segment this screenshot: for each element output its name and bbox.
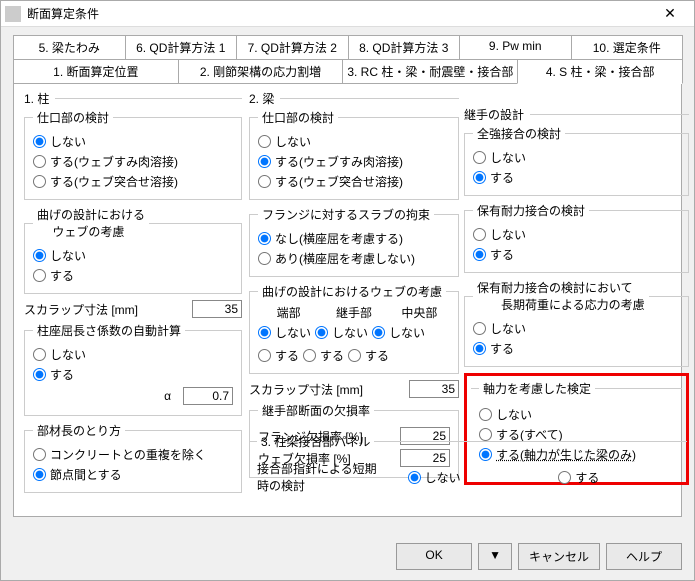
alpha-label: α xyxy=(164,389,171,403)
hoyu-o1[interactable]: しない xyxy=(473,226,680,243)
axial-o1[interactable]: しない xyxy=(479,406,674,423)
long-o1[interactable]: しない xyxy=(473,320,680,337)
help-button[interactable]: ヘルプ xyxy=(606,543,682,570)
col1-shiguchi-title: 仕口部の検討 xyxy=(33,109,113,126)
col2-shiguchi-title: 仕口部の検討 xyxy=(258,109,338,126)
mage-c1[interactable]: しない xyxy=(372,324,425,341)
full-strength: 全強接合の検討 しない する xyxy=(464,125,689,196)
tab-8[interactable]: 8. QD計算方法 3 xyxy=(348,35,461,59)
tab-5[interactable]: 5. 梁たわみ xyxy=(13,35,126,59)
col2-shiguchi-o1[interactable]: しない xyxy=(258,133,450,150)
long-term: 保有耐力接合の検討において 長期荷重による応力の考慮 しない する xyxy=(464,279,689,367)
col2-shiguchi-o3[interactable]: する(ウェブ突合せ溶接) xyxy=(258,173,450,190)
col1-mage-o2[interactable]: する xyxy=(33,267,233,284)
mage-e2[interactable]: する xyxy=(258,347,299,364)
col1-member-title: 部材長のとり方 xyxy=(33,422,125,439)
col1-mage-title: 曲げの設計における ウェブの考慮 xyxy=(33,206,149,240)
col2-title: 2. 梁 xyxy=(249,90,274,107)
col2-scallop-input[interactable] xyxy=(409,380,459,398)
full-o1[interactable]: しない xyxy=(473,149,680,166)
window-title: 断面算定条件 xyxy=(27,5,650,22)
tab-1[interactable]: 1. 断面算定位置 xyxy=(13,59,179,84)
col1-buckle-title: 柱座屈長さ係数の自動計算 xyxy=(33,322,185,339)
hoyu-o2[interactable]: する xyxy=(473,246,680,263)
col2-flange: フランジに対するスラブの拘束 なし(横座屈を考慮する) あり(横座屈を考慮しない… xyxy=(249,206,459,277)
col2-scallop-label: スカラップ寸法 [mm] xyxy=(249,381,409,398)
dropdown-button[interactable]: ▼ xyxy=(478,543,512,570)
ok-button[interactable]: OK xyxy=(396,543,472,570)
mage-e1[interactable]: しない xyxy=(258,324,311,341)
col1-title: 1. 柱 xyxy=(24,90,49,107)
tab-4[interactable]: 4. S 柱・梁・接合部 xyxy=(517,59,683,84)
col1-member-o2[interactable]: 節点間とする xyxy=(33,466,233,483)
close-icon[interactable]: ✕ xyxy=(650,5,690,22)
col2-flange-title: フランジに対するスラブの拘束 xyxy=(258,206,434,223)
col1-buckle-o2[interactable]: する xyxy=(33,366,233,383)
col2-mage-title: 曲げの設計におけるウェブの考慮 xyxy=(258,283,446,300)
panel3-o1[interactable]: しない xyxy=(408,469,529,486)
col1-member: 部材長のとり方 コンクリートとの重複を除く 節点間とする xyxy=(24,422,242,493)
col2-flange-o2[interactable]: あり(横座屈を考慮しない) xyxy=(258,250,450,267)
panel3: 3. 柱梁接合部パネル 接合部指針による短期時の検討 しない する xyxy=(249,433,687,504)
mage-h1: 端部 xyxy=(258,304,319,321)
full-o2[interactable]: する xyxy=(473,169,680,186)
panel3-label: 接合部指針による短期時の検討 xyxy=(257,460,378,494)
col1-shiguchi-o1[interactable]: しない xyxy=(33,133,233,150)
col1-scallop-input[interactable] xyxy=(192,300,242,318)
col1-member-o1[interactable]: コンクリートとの重複を除く xyxy=(33,446,233,463)
tab-9[interactable]: 9. Pw min xyxy=(459,35,572,59)
col1-shiguchi-o3[interactable]: する(ウェブ突合せ溶接) xyxy=(33,173,233,190)
hoyu-title: 保有耐力接合の検討 xyxy=(473,202,589,219)
mage-h2: 継手部 xyxy=(323,304,384,321)
col1-mage-o1[interactable]: しない xyxy=(33,247,233,264)
col2-flange-o1[interactable]: なし(横座屈を考慮する) xyxy=(258,230,450,247)
col2-shiguchi-o2[interactable]: する(ウェブすみ肉溶接) xyxy=(258,153,450,170)
mage-h3: 中央部 xyxy=(389,304,450,321)
tab-7[interactable]: 7. QD計算方法 2 xyxy=(236,35,349,59)
alpha-input[interactable] xyxy=(183,387,233,405)
mage-j2[interactable]: する xyxy=(303,347,344,364)
col2-shiguchi: 仕口部の検討 しない する(ウェブすみ肉溶接) する(ウェブ突合せ溶接) xyxy=(249,109,459,200)
tab-6[interactable]: 6. QD計算方法 1 xyxy=(125,35,238,59)
tab-strip: 5. 梁たわみ 6. QD計算方法 1 7. QD計算方法 2 8. QD計算方… xyxy=(13,35,682,84)
panel3-o2[interactable]: する xyxy=(558,469,679,486)
mage-j1[interactable]: しない xyxy=(315,324,368,341)
hoyu: 保有耐力接合の検討 しない する xyxy=(464,202,689,273)
cancel-button[interactable]: キャンセル xyxy=(518,543,600,570)
long-title: 保有耐力接合の検討において 長期荷重による応力の考慮 xyxy=(473,279,649,313)
titlebar: 断面算定条件 ✕ xyxy=(1,1,694,27)
col2-loss-title: 継手部断面の欠損率 xyxy=(258,402,374,419)
tab-2[interactable]: 2. 剛節架構の応力割増 xyxy=(178,59,344,84)
mage-c2[interactable]: する xyxy=(348,347,389,364)
col1-shiguchi-o2[interactable]: する(ウェブすみ肉溶接) xyxy=(33,153,233,170)
col1-scallop-label: スカラップ寸法 [mm] xyxy=(24,301,192,318)
joint-title: 継手の設計 xyxy=(464,106,524,123)
col1-shiguchi: 仕口部の検討 しない する(ウェブすみ肉溶接) する(ウェブ突合せ溶接) xyxy=(24,109,242,200)
axial-title: 軸力を考慮した検定 xyxy=(479,380,595,397)
panel3-title: 3. 柱梁接合部パネル xyxy=(257,433,374,450)
full-title: 全強接合の検討 xyxy=(473,125,565,142)
col1-mage: 曲げの設計における ウェブの考慮 しない する xyxy=(24,206,242,294)
tab-3[interactable]: 3. RC 柱・梁・耐震壁・接合部 xyxy=(342,59,518,84)
app-icon xyxy=(5,6,21,22)
long-o2[interactable]: する xyxy=(473,340,680,357)
col1-buckle-o1[interactable]: しない xyxy=(33,346,233,363)
col2-mage: 曲げの設計におけるウェブの考慮 端部 継手部 中央部 しない しない しない す… xyxy=(249,283,459,374)
tab-10[interactable]: 10. 選定条件 xyxy=(571,35,684,59)
col1-buckle: 柱座屈長さ係数の自動計算 しない する α xyxy=(24,322,242,416)
